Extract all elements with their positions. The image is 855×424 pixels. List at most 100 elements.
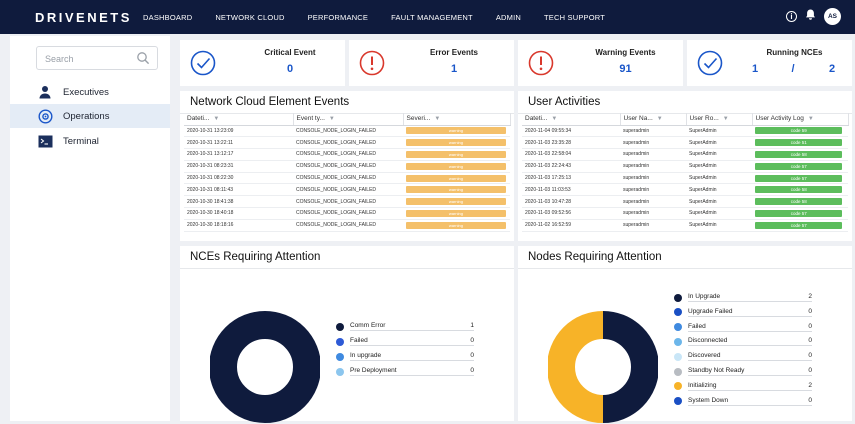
nav-fault-management[interactable]: FAULT MANAGEMENT: [391, 13, 473, 22]
cell-user-name: superadmin: [620, 148, 686, 161]
table-row[interactable]: 2020-11-03 09:52:56 superadmin SuperAdmin c…: [522, 207, 848, 220]
bell-icon[interactable]: [805, 9, 816, 24]
table-row[interactable]: 2020-10-31 13:22:11 CONSOLE_NODE_LOGIN_FA…: [184, 136, 510, 150]
table-row[interactable]: 2020-10-31 08:22:30 CONSOLE_NODE_LOGIN_FA…: [184, 172, 510, 185]
nav-admin[interactable]: ADMIN: [496, 13, 521, 22]
header-actions: i AS: [786, 8, 841, 25]
cell-user-role: SuperAdmin: [686, 183, 752, 197]
legend-item[interactable]: Comm Error 1: [336, 322, 474, 331]
nces-donut-chart[interactable]: [210, 294, 320, 424]
nce-events-panel: Network Cloud Element Events Dateti... ▼ …: [180, 91, 514, 241]
legend-item[interactable]: Standby Not Ready 0: [674, 367, 812, 376]
legend-item[interactable]: Disconnected 0: [674, 337, 812, 347]
table-row[interactable]: 2020-10-31 08:23:31 CONSOLE_NODE_LOGIN_FA…: [184, 160, 510, 173]
nav-network-cloud[interactable]: NETWORK CLOUD: [215, 13, 284, 22]
column-header-user-name[interactable]: User Na... ▼: [620, 113, 687, 126]
table-row[interactable]: 2020-11-03 17:25:13 superadmin SuperAdmin c…: [522, 172, 848, 185]
table-row[interactable]: 2020-10-31 13:23:09 CONSOLE_NODE_LOGIN_FA…: [184, 125, 510, 138]
legend-item[interactable]: Failed 0: [674, 323, 812, 332]
column-header-user-role[interactable]: User Ro... ▼: [686, 113, 753, 126]
kpi-value: 1: [450, 63, 458, 75]
legend-label: Failed: [350, 337, 464, 346]
table-row[interactable]: 2020-10-30 18:40:18 CONSOLE_NODE_LOGIN_FA…: [184, 207, 510, 220]
sidebar-item-terminal[interactable]: Terminal: [10, 129, 170, 153]
nav-performance[interactable]: PERFORMANCE: [308, 13, 369, 22]
table-row[interactable]: 2020-11-03 11:03:53 superadmin SuperAdmin c…: [522, 183, 848, 197]
sidebar-item-label: Executives: [63, 86, 109, 98]
table-row[interactable]: 2020-11-03 22:58:04 superadmin SuperAdmin c…: [522, 148, 848, 161]
legend-label: Pre Deployment: [350, 367, 464, 376]
column-header-datetime[interactable]: Dateti... ▼: [522, 113, 621, 126]
severity-badge: warning: [406, 150, 506, 158]
legend-item[interactable]: Upgrade Failed 0: [674, 308, 812, 317]
column-header-datetime[interactable]: Dateti... ▼: [184, 113, 294, 126]
nav-dashboard[interactable]: DASHBOARD: [143, 13, 192, 22]
cell-user-role: SuperAdmin: [686, 160, 752, 173]
cell-activity-log: code 58: [752, 148, 848, 161]
cell-datetime: 2020-10-31 13:12:17: [184, 148, 293, 161]
warning-events-card[interactable]: Warning Events 91: [518, 40, 683, 86]
table-header-row: Dateti... ▼ User Na... ▼ User Ro... ▼ User …: [522, 113, 849, 126]
critical-event-card[interactable]: Critical Event 0: [180, 40, 345, 86]
cell-datetime: 2020-11-03 22:58:04: [522, 148, 620, 161]
legend-label: System Down: [688, 397, 802, 406]
cell-event-type: CONSOLE_NODE_LOGIN_FAILED: [293, 136, 403, 150]
table-row[interactable]: 2020-10-31 08:11:43 CONSOLE_NODE_LOGIN_FA…: [184, 183, 510, 197]
info-icon[interactable]: i: [786, 11, 797, 22]
search-input[interactable]: [45, 52, 135, 66]
legend-item[interactable]: System Down 0: [674, 397, 812, 406]
cell-datetime: 2020-11-03 09:52:56: [522, 207, 620, 220]
filter-icon: ▼: [656, 116, 663, 123]
legend-value: 0: [464, 367, 474, 376]
legend-item[interactable]: In upgrade 0: [336, 352, 474, 361]
cell-event-type: CONSOLE_NODE_LOGIN_FAILED: [293, 207, 403, 220]
sidebar-item-label: Operations: [63, 110, 110, 122]
legend-item[interactable]: In Upgrade 2: [674, 293, 812, 302]
table-row[interactable]: 2020-10-31 13:12:17 CONSOLE_NODE_LOGIN_FA…: [184, 148, 510, 161]
cell-event-type: CONSOLE_NODE_LOGIN_FAILED: [293, 183, 403, 197]
panel-title: Nodes Requiring Attention: [528, 251, 662, 263]
nodes-donut-chart[interactable]: [548, 294, 658, 424]
table-row[interactable]: 2020-11-02 16:52:59 superadmin SuperAdmin c…: [522, 219, 848, 232]
column-header-activity-log[interactable]: User Activity Log ▼: [752, 113, 849, 126]
cell-datetime: 2020-10-30 18:40:18: [184, 207, 293, 220]
alert-circle-icon: [359, 50, 385, 76]
table-row[interactable]: 2020-11-03 10:47:28 superadmin SuperAdmin c…: [522, 195, 848, 209]
legend-item[interactable]: Initializing 2: [674, 382, 812, 391]
sidebar-item-operations[interactable]: Operations: [10, 104, 170, 128]
table-row[interactable]: 2020-10-30 18:18:16 CONSOLE_NODE_LOGIN_FA…: [184, 219, 510, 232]
nce-events-table: Dateti... ▼ Event ty... ▼ Severi... ▼ 2020-…: [184, 113, 511, 232]
legend-value: 0: [802, 352, 812, 362]
legend-label: Comm Error: [350, 322, 464, 331]
cell-user-role: SuperAdmin: [686, 207, 752, 220]
legend-item[interactable]: Pre Deployment 0: [336, 367, 474, 376]
running-nces-card[interactable]: Running NCEs 1 / 2: [687, 40, 852, 86]
search-icon[interactable]: [136, 51, 150, 65]
kpi-value-total: 2: [828, 63, 836, 75]
error-events-card[interactable]: Error Events 1: [349, 40, 514, 86]
cell-user-name: superadmin: [620, 195, 686, 209]
table-row[interactable]: 2020-11-04 09:55:34 superadmin SuperAdmin c…: [522, 125, 848, 138]
cell-activity-log: code 57: [752, 172, 848, 185]
legend-item[interactable]: Discovered 0: [674, 352, 812, 362]
cell-severity: warning: [403, 219, 510, 232]
sidebar-item-executives[interactable]: Executives: [10, 80, 170, 104]
cell-event-type: CONSOLE_NODE_LOGIN_FAILED: [293, 148, 403, 161]
table-row[interactable]: 2020-11-03 22:24:43 superadmin SuperAdmin c…: [522, 160, 848, 173]
activity-code-badge: code 57: [755, 162, 843, 170]
column-header-event-type[interactable]: Event ty... ▼: [293, 113, 404, 126]
severity-badge: warning: [406, 162, 506, 170]
avatar[interactable]: AS: [824, 8, 841, 25]
nav-tech-support[interactable]: TECH SUPPORT: [544, 13, 605, 22]
activity-code-badge: code 51: [755, 139, 843, 147]
table-row[interactable]: 2020-10-30 18:41:38 CONSOLE_NODE_LOGIN_FA…: [184, 195, 510, 209]
legend-value: 0: [464, 352, 474, 361]
check-circle-icon: [697, 50, 723, 76]
legend-item[interactable]: Failed 0: [336, 337, 474, 346]
cell-activity-log: code 51: [752, 136, 848, 150]
cell-datetime: 2020-10-31 13:23:09: [184, 125, 293, 138]
column-header-severity[interactable]: Severi... ▼: [403, 113, 511, 126]
cell-severity: warning: [403, 207, 510, 220]
table-row[interactable]: 2020-11-03 23:35:28 superadmin SuperAdmin c…: [522, 136, 848, 150]
brand-logo[interactable]: DRIVENETS: [35, 10, 143, 25]
